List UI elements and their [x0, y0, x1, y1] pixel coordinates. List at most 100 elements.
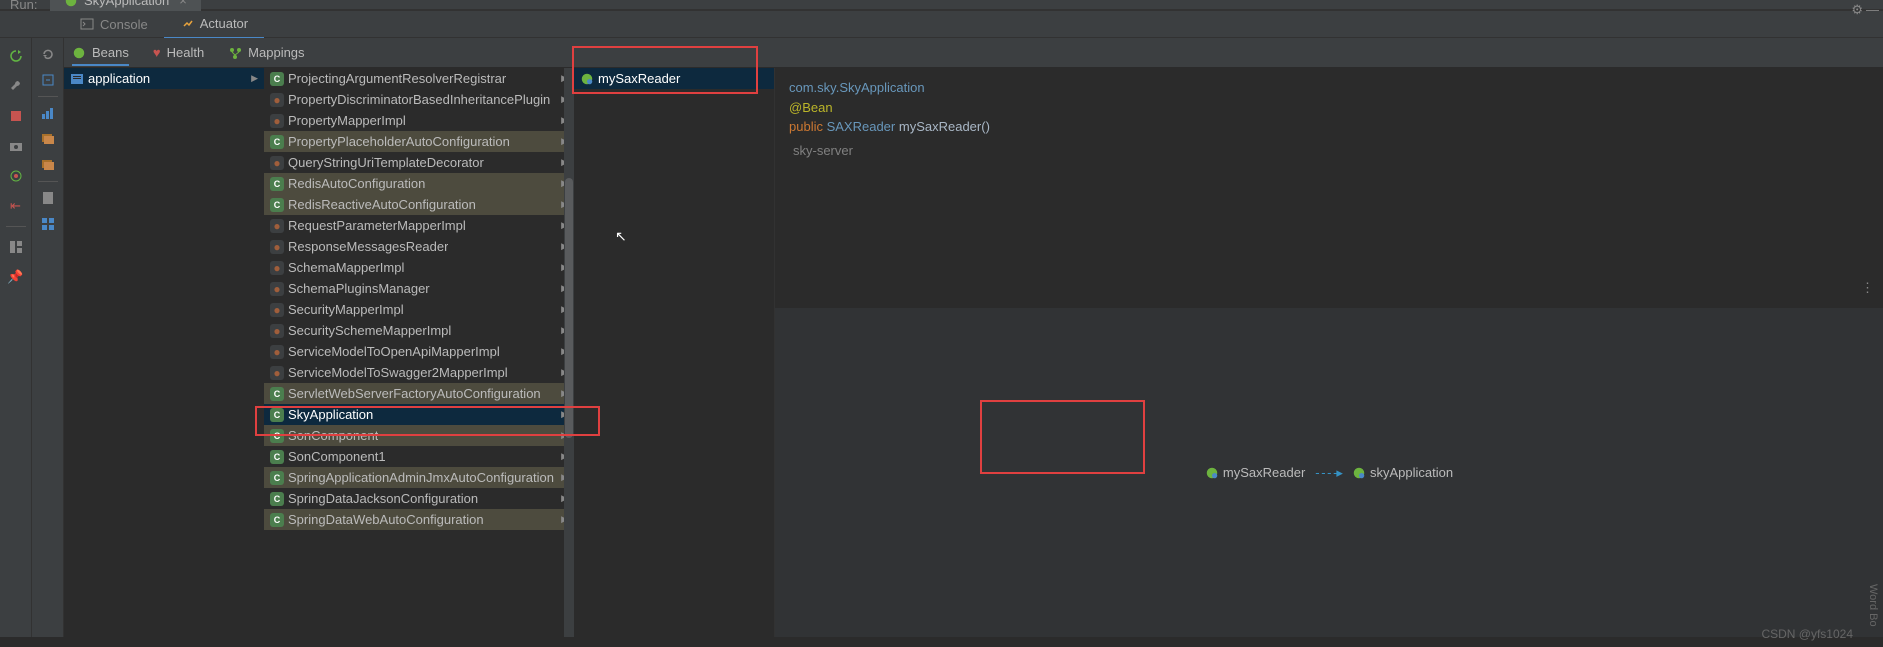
beans-filter[interactable]: Beans [72, 45, 129, 66]
second-toolbar [32, 38, 64, 637]
actuator-icon [180, 16, 194, 30]
bean-item[interactable]: CRedisReactiveAutoConfiguration▶ [264, 194, 574, 215]
bean-item[interactable]: CSonComponent▶ [264, 425, 574, 446]
actuator-tab-label: Actuator [200, 16, 248, 31]
bean-item[interactable]: ●QueryStringUriTemplateDecorator▶ [264, 152, 574, 173]
code-pane: com.sky.SkyApplication @Bean public SAXR… [775, 68, 1883, 308]
bean-item[interactable]: ●ServiceModelToSwagger2MapperImpl▶ [264, 362, 574, 383]
application-label: application [88, 71, 150, 86]
code-method: mySaxReader() [899, 119, 990, 134]
bean-item-label: ProjectingArgumentResolverRegistrar [288, 71, 506, 86]
health-filter[interactable]: ♥ Health [153, 45, 204, 60]
code-package: com.sky.SkyApplication [789, 80, 925, 95]
bean-item[interactable]: CSpringApplicationAdminJmxAutoConfigurat… [264, 467, 574, 488]
mappings-label: Mappings [248, 45, 304, 60]
bean-item[interactable]: CSpringDataWebAutoConfiguration▶ [264, 509, 574, 530]
bean-item-label: SonComponent1 [288, 449, 386, 464]
bean-item[interactable]: CPropertyPlaceholderAutoConfiguration▶ [264, 131, 574, 152]
bean-item[interactable]: ●SecurityMapperImpl▶ [264, 299, 574, 320]
class-icon: C [270, 450, 284, 464]
bean-item[interactable]: ●SchemaMapperImpl▶ [264, 257, 574, 278]
component-icon: ● [270, 366, 284, 380]
console-icon [80, 17, 94, 31]
class-icon: C [270, 408, 284, 422]
arrow-icon: - - - -▸ [1315, 465, 1342, 481]
tool-icon[interactable] [6, 76, 26, 96]
link-icon[interactable] [38, 70, 58, 90]
bean-item-label: SpringDataWebAutoConfiguration [288, 512, 484, 527]
watermark: CSDN @yfs1024 [1761, 627, 1853, 641]
bean-item-label: SpringDataJacksonConfiguration [288, 491, 478, 506]
heart-icon: ♥ [153, 45, 161, 60]
filter-row: Beans ♥ Health Mappings [64, 38, 1883, 68]
bug-rerun-icon[interactable] [6, 166, 26, 186]
bean-item[interactable]: ●ResponseMessagesReader▶ [264, 236, 574, 257]
bean-icon [72, 46, 86, 60]
layout-icon[interactable] [6, 237, 26, 257]
rerun-icon[interactable] [6, 46, 26, 66]
graph-node-skyapplication[interactable]: skyApplication [1352, 465, 1453, 480]
more-icon[interactable]: ⋮ [1861, 278, 1875, 298]
actuator-tab[interactable]: Actuator [164, 10, 264, 39]
bean-item[interactable]: CSonComponent1▶ [264, 446, 574, 467]
code-type: SAXReader [827, 119, 896, 134]
grid-icon[interactable] [38, 214, 58, 234]
component-icon: ● [270, 303, 284, 317]
class-icon: C [270, 492, 284, 506]
class-icon: C [270, 387, 284, 401]
minimize-icon[interactable]: — [1866, 2, 1879, 17]
bean-item[interactable]: CServletWebServerFactoryAutoConfiguratio… [264, 383, 574, 404]
class-icon: C [270, 72, 284, 86]
health-label: Health [167, 45, 205, 60]
mouse-cursor: ↖ [615, 228, 627, 245]
bean-item[interactable]: CSkyApplication▶ [264, 404, 574, 425]
bean-item[interactable]: CSpringDataJacksonConfiguration▶ [264, 488, 574, 509]
app-run-tab[interactable]: SkyApplication × [50, 0, 201, 11]
console-tab[interactable]: Console [64, 11, 164, 38]
component-icon: ● [270, 156, 284, 170]
bean-item[interactable]: ●PropertyDiscriminatorBasedInheritancePl… [264, 89, 574, 110]
layers-icon[interactable] [38, 129, 58, 149]
beans-column: CProjectingArgumentResolverRegistrar▶●Pr… [264, 68, 574, 637]
component-icon: ● [270, 93, 284, 107]
mappings-icon [228, 46, 242, 60]
bean-item[interactable]: ●ServiceModelToOpenApiMapperImpl▶ [264, 341, 574, 362]
stop-icon[interactable] [6, 106, 26, 126]
code-keyword: public [789, 119, 823, 134]
component-icon: ● [270, 282, 284, 296]
exit-icon[interactable]: ⇤ [6, 196, 26, 216]
class-icon: C [270, 429, 284, 443]
mysaxreader-item[interactable]: mySaxReader [574, 68, 774, 89]
bean-item[interactable]: ●RequestParameterMapperImpl▶ [264, 215, 574, 236]
bean-item[interactable]: ●SchemaPluginsManager▶ [264, 278, 574, 299]
module-icon [70, 72, 84, 86]
bean-item[interactable]: ●PropertyMapperImpl▶ [264, 110, 574, 131]
bean-item[interactable]: CRedisAutoConfiguration▶ [264, 173, 574, 194]
bean-item-label: SpringApplicationAdminJmxAutoConfigurati… [288, 470, 554, 485]
mappings-filter[interactable]: Mappings [228, 45, 304, 60]
gear-icon[interactable]: ⚙ [1851, 2, 1863, 18]
pin-icon[interactable]: 📌 [6, 267, 26, 287]
graph-pane[interactable]: mySaxReader - - - -▸ skyApplication [775, 308, 1883, 637]
chevron-right-icon: ▶ [251, 73, 258, 84]
layers2-icon[interactable] [38, 155, 58, 175]
refresh-icon[interactable] [38, 44, 58, 64]
right-sidebar-label[interactable]: Word Bo [1867, 584, 1879, 627]
bean-detail-column: mySaxReader [574, 68, 774, 637]
component-icon: ● [270, 219, 284, 233]
application-item[interactable]: application ▶ [64, 68, 264, 89]
bean-item-label: PropertyMapperImpl [288, 113, 406, 128]
app-tab-label: SkyApplication [84, 0, 169, 8]
bean-item-label: SkyApplication [288, 407, 373, 422]
chart-icon[interactable] [38, 103, 58, 123]
doc-icon[interactable] [38, 188, 58, 208]
graph-node-mysaxreader[interactable]: mySaxReader [1205, 465, 1305, 480]
scrollbar[interactable] [564, 68, 574, 637]
graph-node2-label: skyApplication [1370, 465, 1453, 480]
class-icon: C [270, 177, 284, 191]
camera-icon[interactable] [6, 136, 26, 156]
close-icon[interactable]: × [179, 0, 187, 8]
bean-item[interactable]: CProjectingArgumentResolverRegistrar▶ [264, 68, 574, 89]
bean-item[interactable]: ●SecuritySchemeMapperImpl▶ [264, 320, 574, 341]
class-icon: C [270, 135, 284, 149]
